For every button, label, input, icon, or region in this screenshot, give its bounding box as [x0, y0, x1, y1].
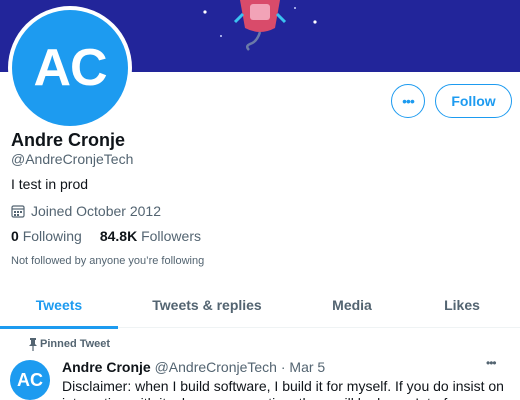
- bio-text: I test in prod: [11, 176, 89, 192]
- banner-illustration: [203, 0, 317, 51]
- more-options-button[interactable]: •••: [391, 84, 425, 118]
- followers-you-know-note: Not followed by anyone you’re following: [11, 255, 205, 267]
- following-count: 0: [11, 228, 19, 244]
- tab-label: Tweets & replies: [152, 297, 262, 313]
- tweet-author-name[interactable]: Andre Cronje: [62, 359, 151, 375]
- followers-link[interactable]: 84.8K Followers: [100, 228, 201, 244]
- user-handle: @AndreCronjeTech: [11, 151, 134, 167]
- follow-button[interactable]: Follow: [435, 84, 512, 118]
- joined-date: Joined October 2012: [11, 203, 161, 219]
- tab-media[interactable]: Media: [302, 282, 402, 328]
- tab-tweets[interactable]: Tweets: [0, 282, 118, 329]
- tab-label: Media: [332, 297, 372, 313]
- followers-label: Followers: [141, 228, 201, 244]
- following-link[interactable]: 0 Following: [11, 228, 82, 244]
- tweet-more-button[interactable]: •••: [486, 356, 497, 370]
- joined-label: Joined October 2012: [31, 203, 161, 219]
- pinned-label: Pinned Tweet: [40, 338, 111, 350]
- following-label: Following: [22, 228, 82, 244]
- tab-likes[interactable]: Likes: [412, 282, 512, 328]
- pin-icon: [29, 338, 37, 351]
- avatar-initials: AC: [12, 10, 128, 126]
- tab-tweets-and-replies[interactable]: Tweets & replies: [132, 282, 282, 328]
- pinned-tweet-label: Pinned Tweet: [29, 338, 111, 351]
- followers-count: 84.8K: [99, 228, 138, 244]
- tweet-header: Andre Cronje @AndreCronjeTech · Mar 5: [62, 359, 325, 375]
- active-tab-indicator: [0, 326, 118, 329]
- tab-label: Tweets: [35, 297, 83, 313]
- calendar-icon: [11, 205, 25, 218]
- profile-tabs: Tweets Tweets & replies Media Likes: [0, 282, 520, 329]
- tweet-body: Disclaimer: when I build software, I bui…: [62, 378, 504, 400]
- follow-stats: 0 Following 84.8K Followers: [11, 228, 201, 244]
- tweet-author-avatar[interactable]: AC: [10, 360, 50, 400]
- profile-avatar[interactable]: AC: [8, 6, 132, 130]
- display-name: Andre Cronje: [11, 130, 126, 150]
- tweet-author-meta[interactable]: @AndreCronjeTech · Mar 5: [155, 359, 326, 375]
- tab-label: Likes: [444, 297, 480, 313]
